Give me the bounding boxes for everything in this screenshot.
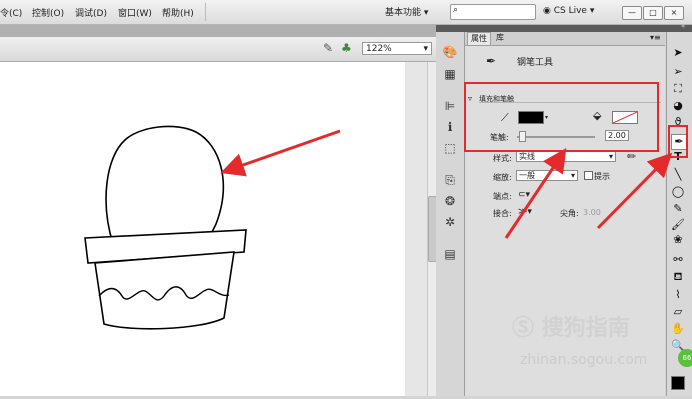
watermark-brand-text: 搜狗指南 — [541, 316, 630, 341]
arrow-to-pen-tool — [596, 152, 673, 230]
sogou-logo-icon: Ⓢ — [512, 316, 535, 341]
arrow-to-cactus — [220, 129, 341, 177]
arrow-to-stroke-settings — [504, 148, 567, 239]
watermark-brand: Ⓢ 搜狗指南 — [512, 310, 630, 342]
watermark-url: zhinan.sogou.com — [520, 352, 648, 368]
